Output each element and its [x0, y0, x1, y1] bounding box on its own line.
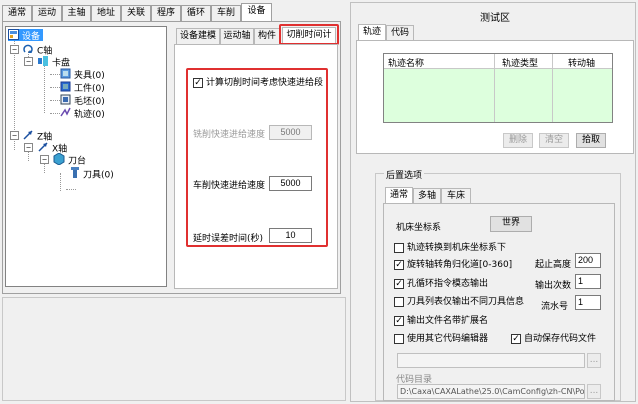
- turret-icon: [53, 152, 65, 169]
- tree-item-c-axis[interactable]: C轴: [22, 43, 52, 57]
- world-button[interactable]: 世界: [490, 216, 532, 232]
- checkbox-checked-icon: ✓: [394, 278, 404, 289]
- tree-item-blank[interactable]: 毛坯(0): [60, 94, 105, 107]
- output-count-input[interactable]: 1: [575, 274, 601, 289]
- start-height-label: 起止高度: [535, 260, 572, 270]
- track-icon: [60, 107, 71, 122]
- test-tab-track[interactable]: 轨迹: [358, 24, 386, 40]
- expand-turret-icon[interactable]: −: [40, 155, 49, 164]
- highlight-subtab: [279, 24, 339, 45]
- post-tab-lathe[interactable]: 车床: [441, 188, 471, 204]
- tab-address[interactable]: 地址: [91, 5, 121, 21]
- turn-speed-label: 车削快速进给速度: [193, 181, 266, 191]
- opt-editor-checkbox[interactable]: 使用其它代码编辑器: [394, 331, 488, 344]
- track-table: 轨迹名称 轨迹类型 转动轴: [383, 53, 613, 123]
- mill-speed-label: 铣削快速进给速度: [193, 130, 266, 140]
- post-options-title: 后置选项: [384, 168, 425, 181]
- pick-button[interactable]: 拾取: [576, 133, 606, 148]
- tree-item-x-axis[interactable]: X轴: [37, 141, 67, 155]
- tab-turning[interactable]: 车削: [211, 5, 241, 21]
- clear-button[interactable]: 清空: [539, 133, 569, 148]
- tree-item-track[interactable]: 轨迹(0): [60, 107, 105, 122]
- checkbox-checked-icon: ✓: [394, 315, 404, 326]
- opt-hole-checkbox[interactable]: ✓ 孔循环指令模态输出: [394, 276, 488, 289]
- tree-item-device[interactable]: 设备: [8, 29, 44, 44]
- chuck-icon: [37, 55, 49, 71]
- delay-label: 延时误差时间(秒): [193, 234, 264, 244]
- delay-input[interactable]: 10: [269, 228, 312, 243]
- tab-association[interactable]: 关联: [121, 5, 151, 21]
- col-track-name[interactable]: 轨迹名称: [388, 56, 424, 69]
- consider-rapid-checkbox[interactable]: ✓ 计算切削时间考虑快速进给段: [193, 75, 323, 88]
- device-icon: [8, 29, 19, 44]
- tree-item-workpiece[interactable]: 工件(0): [60, 81, 105, 94]
- expand-chuck-icon[interactable]: −: [24, 57, 33, 66]
- tab-program[interactable]: 程序: [151, 5, 181, 21]
- checkbox-checked-icon: ✓: [394, 259, 404, 270]
- code-dir-browse-button[interactable]: ...: [587, 384, 601, 399]
- tool-icon: [70, 167, 80, 183]
- bottom-left-area: [2, 297, 346, 401]
- tree-item-turret[interactable]: 刀台: [53, 152, 86, 167]
- col-track-type[interactable]: 轨迹类型: [502, 56, 538, 69]
- expand-c-axis-icon[interactable]: −: [10, 45, 19, 54]
- machine-coord-label: 机床坐标系: [396, 223, 442, 233]
- post-tab-multiaxis[interactable]: 多轴: [413, 188, 441, 204]
- tab-spindle[interactable]: 主轴: [62, 5, 91, 21]
- tab-motion[interactable]: 运动: [32, 5, 62, 21]
- code-dir-input[interactable]: D:\Caxa\CAXALathe\25.0\CamConfig\zh-CN\P…: [397, 384, 585, 399]
- post-tab-general[interactable]: 通常: [385, 187, 413, 203]
- output-count-label: 输出次数: [535, 281, 572, 291]
- subtab-device-modeling[interactable]: 设备建模: [176, 28, 220, 44]
- editor-browse-button[interactable]: ...: [587, 353, 601, 368]
- checkbox-unchecked-icon: [394, 296, 404, 307]
- opt-ext-checkbox[interactable]: ✓ 输出文件名带扩展名: [394, 313, 488, 326]
- expand-z-axis-icon[interactable]: −: [10, 131, 19, 140]
- tab-cycle[interactable]: 循环: [181, 5, 211, 21]
- checkbox-checked-icon: ✓: [193, 77, 203, 88]
- device-tree: 设备 − C轴 − 卡盘 夹具(0) 工件(0) 毛坯(0) 轨迹(0) − Z…: [5, 26, 167, 287]
- tree-item-chuck[interactable]: 卡盘: [37, 55, 70, 69]
- tree-item-tool[interactable]: 刀具(0): [70, 167, 114, 181]
- tree-item-z-axis[interactable]: Z轴: [22, 129, 52, 143]
- opt-rotary-checkbox[interactable]: ✓ 旋转轴转角归化道[0-360]: [394, 257, 512, 270]
- mill-speed-input[interactable]: 5000: [269, 125, 312, 140]
- subtab-component[interactable]: 构件: [254, 28, 280, 44]
- highlight-cutting-time: [186, 68, 328, 247]
- tab-general[interactable]: 通常: [2, 5, 32, 21]
- tree-item-fixture[interactable]: 夹具(0): [60, 68, 105, 81]
- tab-device[interactable]: 设备: [241, 3, 272, 21]
- checkbox-unchecked-icon: [394, 333, 404, 344]
- opt-convert-checkbox[interactable]: 轨迹转换到机床坐标系下: [394, 240, 506, 253]
- delete-button[interactable]: 删除: [503, 133, 533, 148]
- opt-autosave-checkbox[interactable]: ✓ 自动保存代码文件: [511, 331, 596, 344]
- checkbox-checked-icon: ✓: [511, 333, 521, 344]
- checkbox-unchecked-icon: [394, 242, 404, 253]
- col-rotary-axis[interactable]: 转动轴: [568, 56, 595, 69]
- editor-path-input[interactable]: [397, 353, 585, 368]
- test-tab-code[interactable]: 代码: [386, 25, 414, 41]
- serial-input[interactable]: 1: [575, 295, 601, 310]
- subtab-motion-axis[interactable]: 运动轴: [220, 28, 254, 44]
- serial-label: 流水号: [541, 302, 569, 312]
- expand-x-axis-icon[interactable]: −: [24, 143, 33, 152]
- start-height-input[interactable]: 200: [575, 253, 601, 268]
- turn-speed-input[interactable]: 5000: [269, 176, 312, 191]
- test-area-title: 测试区: [480, 13, 510, 24]
- opt-toollist-checkbox[interactable]: 刀具列表仅输出不同刀具信息: [394, 294, 524, 307]
